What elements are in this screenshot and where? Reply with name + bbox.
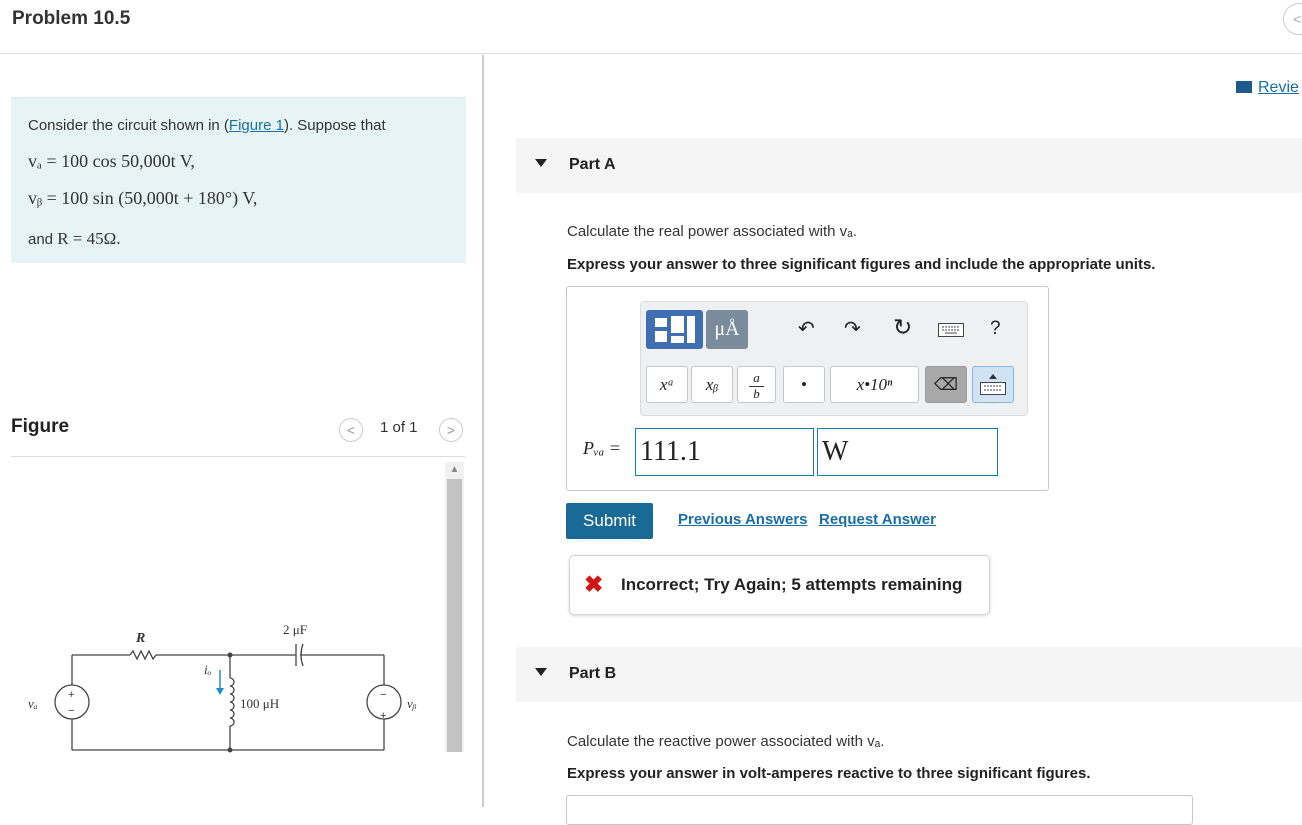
feedback-message: Incorrect; Try Again; 5 attempts remaini… xyxy=(621,575,963,594)
part-b-label: Part B xyxy=(569,665,617,682)
previous-problem-button[interactable]: < xyxy=(1283,3,1302,35)
scroll-up-arrow-icon[interactable]: ▲ xyxy=(445,462,464,477)
answer-variable-label: Pᵥₐ = xyxy=(583,438,621,458)
math-toolbar: μÅ ↶ ↷ ↻ ? xᵃ xᵦ a b • x•10ⁿ ⌫ xyxy=(640,301,1028,416)
problem-intro: Consider the circuit shown in (Figure 1)… xyxy=(28,117,386,134)
collapse-arrow-icon[interactable] xyxy=(535,668,547,676)
figure-link[interactable]: Figure 1 xyxy=(229,117,284,134)
part-b-header[interactable]: Part B xyxy=(516,647,1302,702)
part-a-label: Part A xyxy=(569,156,616,173)
figure-divider xyxy=(11,456,465,457)
fraction-button[interactable]: a b xyxy=(737,366,776,403)
panel-divider[interactable] xyxy=(482,55,484,807)
review-link[interactable]: Revie xyxy=(1236,79,1299,97)
circuit-diagram: R 2 μF iₒ 100 μH vₐ vᵦ + − − + xyxy=(28,622,417,753)
keyboard-toggle-button[interactable] xyxy=(972,366,1014,403)
top-bar: Problem 10.5 < xyxy=(0,0,1302,54)
problem-statement: Consider the circuit shown in (Figure 1)… xyxy=(11,97,466,263)
backspace-button[interactable]: ⌫ xyxy=(925,366,967,403)
node-bottom xyxy=(227,747,233,753)
capacitor-label: 2 μF xyxy=(283,622,307,637)
unit-input[interactable]: W xyxy=(817,428,998,476)
scientific-notation-button[interactable]: x•10ⁿ xyxy=(830,366,919,403)
collapse-arrow-icon[interactable] xyxy=(535,159,547,167)
va-minus: − xyxy=(68,705,74,717)
redo-icon[interactable]: ↷ xyxy=(844,316,861,341)
vb-plus: + xyxy=(380,710,386,722)
va-source-label: vₐ xyxy=(28,696,38,711)
book-icon xyxy=(1236,81,1252,93)
vb-minus: − xyxy=(380,689,386,701)
undo-icon[interactable]: ↶ xyxy=(798,316,815,341)
superscript-button[interactable]: xᵃ xyxy=(646,366,688,403)
va-plus: + xyxy=(68,689,74,701)
keyboard-icon[interactable] xyxy=(938,323,964,337)
submit-button[interactable]: Submit xyxy=(566,503,653,539)
figure-prev-button[interactable]: < xyxy=(339,418,363,442)
multiply-dot-button[interactable]: • xyxy=(783,366,825,403)
keyboard-up-icon xyxy=(980,374,1006,395)
feedback-box: ✖ Incorrect; Try Again; 5 attempts remai… xyxy=(569,555,990,615)
resistance-statement: and R = 45Ω. xyxy=(28,229,121,248)
problem-title: Problem 10.5 xyxy=(12,8,131,29)
current-label: iₒ xyxy=(204,662,212,677)
figure-next-button[interactable]: > xyxy=(439,418,463,442)
va-equation: vₐ = 100 cos 50,000t V, xyxy=(28,151,195,171)
units-button[interactable]: μÅ xyxy=(706,310,748,349)
part-a-header[interactable]: Part A xyxy=(516,138,1302,193)
previous-answers-link[interactable]: Previous Answers xyxy=(678,511,808,528)
part-b-answer-panel xyxy=(566,795,1193,825)
request-answer-link[interactable]: Request Answer xyxy=(819,511,936,528)
subscript-button[interactable]: xᵦ xyxy=(691,366,733,403)
figure-scrollbar[interactable]: ▲ xyxy=(445,462,464,752)
figure-pager: 1 of 1 xyxy=(380,419,418,436)
node-top xyxy=(227,652,233,658)
value-input[interactable]: 111.1 xyxy=(635,428,814,476)
part-a-instruction: Express your answer to three significant… xyxy=(567,256,1156,273)
vb-equation: vᵦ = 100 sin (50,000t + 180°) V, xyxy=(28,188,258,208)
templates-button[interactable] xyxy=(646,310,703,349)
answer-panel: μÅ ↶ ↷ ↻ ? xᵃ xᵦ a b • x•10ⁿ ⌫ Pᵥₐ = 111… xyxy=(566,286,1049,491)
templates-icon xyxy=(655,316,695,343)
part-a-question: Calculate the real power associated with… xyxy=(567,223,857,240)
help-icon[interactable]: ? xyxy=(990,318,1001,340)
part-b-question: Calculate the reactive power associated … xyxy=(567,733,885,750)
incorrect-x-icon: ✖ xyxy=(584,571,604,597)
scroll-thumb[interactable] xyxy=(447,479,462,752)
inductor-label: 100 μH xyxy=(240,696,279,711)
figure-heading: Figure xyxy=(11,416,70,437)
resistor-label: R xyxy=(135,631,145,646)
vb-source-label: vᵦ xyxy=(407,696,417,711)
reset-icon[interactable]: ↻ xyxy=(893,314,912,341)
part-b-instruction: Express your answer in volt-amperes reac… xyxy=(567,765,1091,782)
